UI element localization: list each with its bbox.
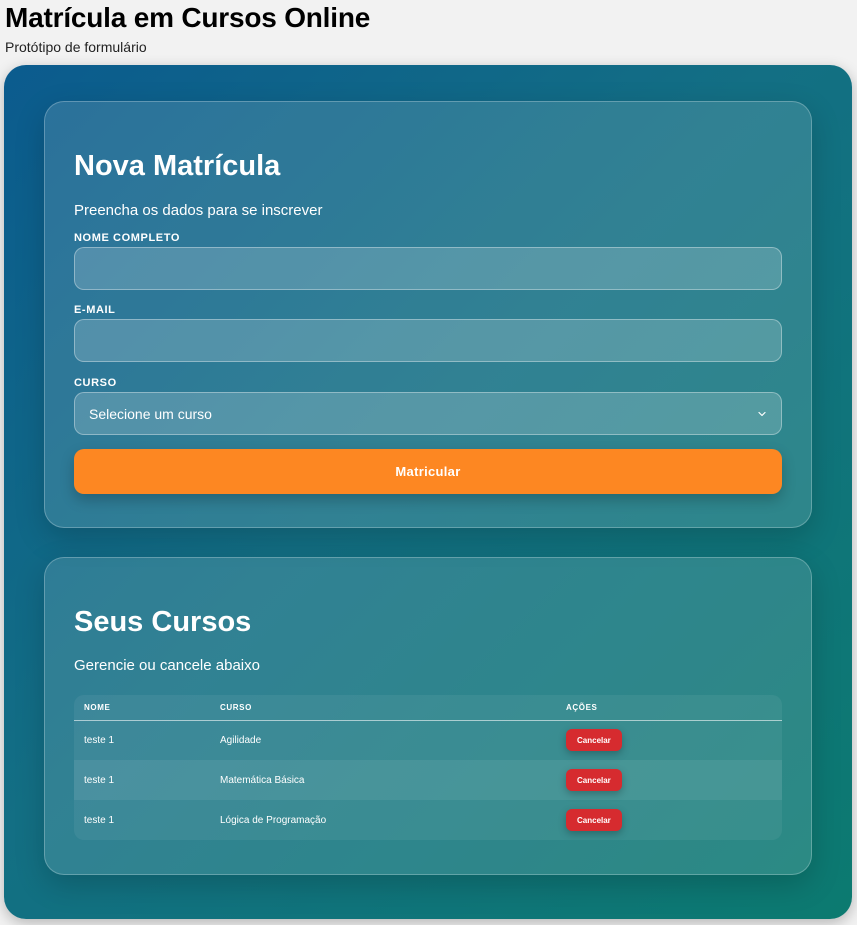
row-actions: Cancelar [556,800,782,840]
course-select-value: Selecione um curso [89,405,212,422]
courses-table: NOME CURSO AÇÕES teste 1 Agilidade Cance… [74,695,782,840]
table-header-row: NOME CURSO AÇÕES [74,695,782,721]
row-name: teste 1 [84,734,115,746]
email-field[interactable] [74,319,782,362]
row-actions: Cancelar [556,720,782,760]
row-course: Matemática Básica [220,774,305,786]
email-field-label: E-MAIL [74,304,116,316]
page-header: Matrícula em Cursos Online Protótipo de … [5,2,371,56]
chevron-down-icon [757,406,767,422]
form-title: Nova Matrícula [74,150,281,182]
form-subtitle: Preencha os dados para se inscrever [74,202,323,219]
table-row: teste 1 Agilidade Cancelar [74,720,782,760]
courses-list-card: Seus Cursos Gerencie ou cancele abaixo N… [44,557,812,875]
row-actions: Cancelar [556,760,782,800]
app-frame: Nova Matrícula Preencha os dados para se… [4,65,852,919]
name-field[interactable] [74,247,782,290]
column-header-course: CURSO [210,695,556,721]
name-field-label: NOME COMPLETO [74,232,180,244]
cancel-button[interactable]: Cancelar [566,729,622,752]
row-name: teste 1 [84,814,115,826]
list-title: Seus Cursos [74,606,252,638]
row-course: Agilidade [220,734,262,746]
column-header-name: NOME [74,695,210,721]
row-name: teste 1 [84,774,115,786]
course-select[interactable]: Selecione um curso [74,392,782,435]
table-row: teste 1 Lógica de Programação Cancelar [74,800,782,840]
row-course: Lógica de Programação [220,814,327,826]
course-field-label: CURSO [74,377,117,389]
cancel-button[interactable]: Cancelar [566,769,622,791]
column-header-actions: AÇÕES [556,695,782,721]
list-subtitle: Gerencie ou cancele abaixo [74,657,260,674]
page-subtitle: Protótipo de formulário [5,39,147,55]
cancel-button[interactable]: Cancelar [566,809,622,831]
page-title: Matrícula em Cursos Online [5,2,371,33]
enrollment-form-card: Nova Matrícula Preencha os dados para se… [44,101,812,528]
table-row: teste 1 Matemática Básica Cancelar [74,760,782,800]
enroll-button[interactable]: Matricular [74,449,782,494]
